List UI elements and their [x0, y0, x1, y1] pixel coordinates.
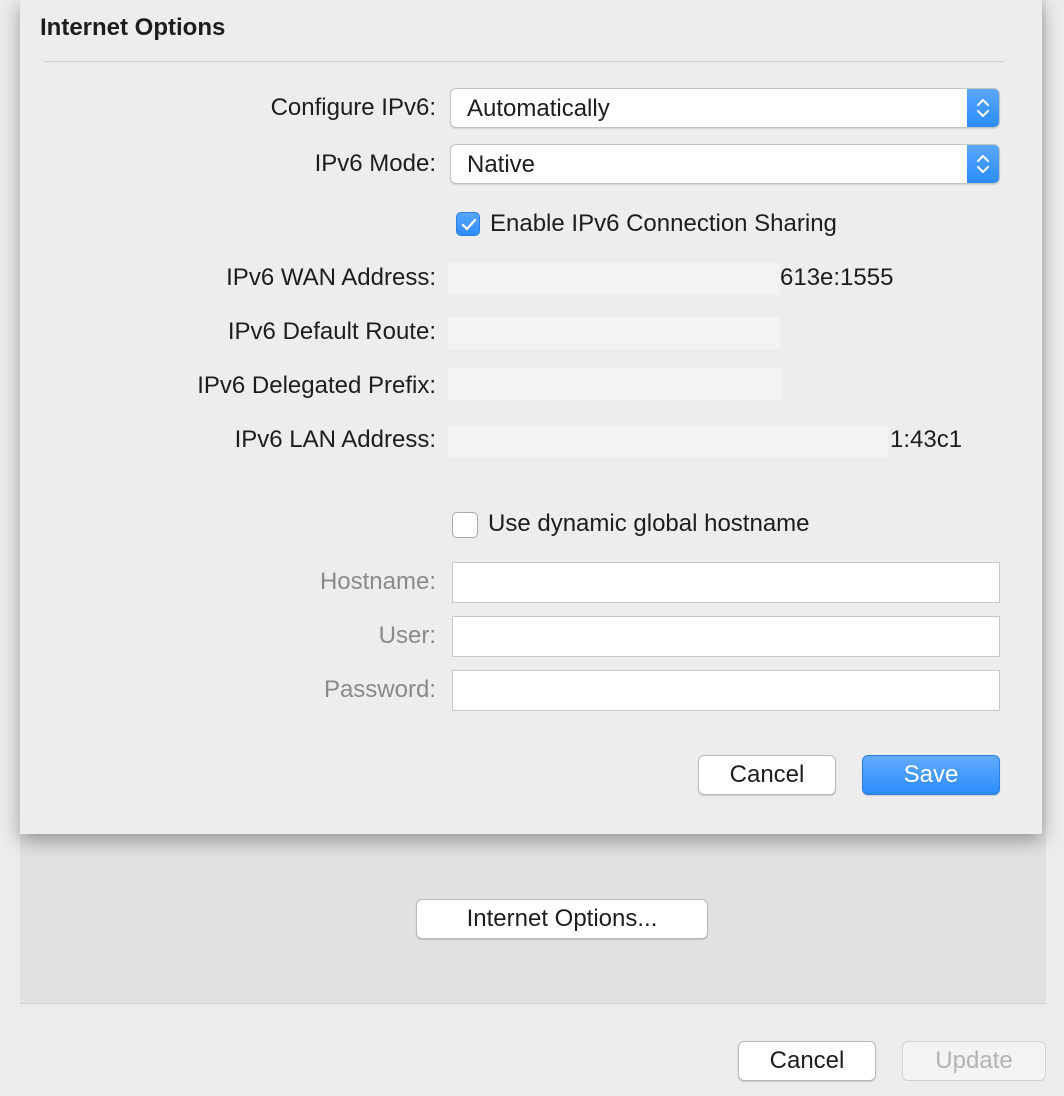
default-route-label: IPv6 Default Route:: [227, 318, 436, 345]
save-button[interactable]: Save: [862, 755, 1000, 795]
redacted-area: [448, 425, 888, 457]
update-button[interactable]: Update: [902, 1041, 1046, 1081]
popup-arrows-icon: [967, 145, 999, 183]
connection-sharing-checkbox[interactable]: [456, 212, 480, 236]
redacted-area: [448, 263, 780, 295]
lan-address-label: IPv6 LAN Address:: [234, 426, 436, 453]
ipv6-mode-label: IPv6 Mode:: [314, 150, 436, 177]
hostname-label: Hostname:: [319, 568, 436, 595]
popup-arrows-icon: [967, 89, 999, 127]
connection-sharing-label: Enable IPv6 Connection Sharing: [490, 210, 837, 237]
redacted-area: [448, 317, 780, 349]
user-input[interactable]: [452, 616, 1000, 657]
sheet-title: Internet Options: [40, 14, 226, 41]
checkmark-icon: [461, 218, 477, 231]
sheet-divider: [44, 61, 1005, 62]
redacted-area: [448, 368, 782, 400]
background-footer: Cancel Update: [20, 1004, 1064, 1096]
internet-options-sheet: Internet Options Configure IPv6: Automat…: [20, 0, 1042, 834]
configure-ipv6-label: Configure IPv6:: [270, 94, 436, 121]
ipv6-mode-value: Native: [467, 151, 536, 178]
wan-address-label: IPv6 WAN Address:: [226, 264, 436, 291]
cancel-button[interactable]: Cancel: [698, 755, 836, 795]
user-label: User:: [378, 622, 436, 649]
wan-address-value: 613e:1555: [780, 264, 894, 291]
dynamic-hostname-checkbox[interactable]: [452, 512, 478, 538]
lan-address-value: 1:43c1: [890, 426, 963, 453]
password-input[interactable]: [452, 670, 1000, 711]
configure-ipv6-popup[interactable]: Automatically: [450, 88, 1000, 128]
background-cancel-button[interactable]: Cancel: [738, 1041, 876, 1081]
configure-ipv6-value: Automatically: [467, 95, 610, 122]
dynamic-hostname-label: Use dynamic global hostname: [488, 510, 810, 537]
delegated-prefix-label: IPv6 Delegated Prefix:: [197, 372, 436, 399]
hostname-input[interactable]: [452, 562, 1000, 603]
password-label: Password:: [323, 676, 436, 703]
ipv6-mode-popup[interactable]: Native: [450, 144, 1000, 184]
internet-options-button[interactable]: Internet Options...: [416, 899, 708, 939]
